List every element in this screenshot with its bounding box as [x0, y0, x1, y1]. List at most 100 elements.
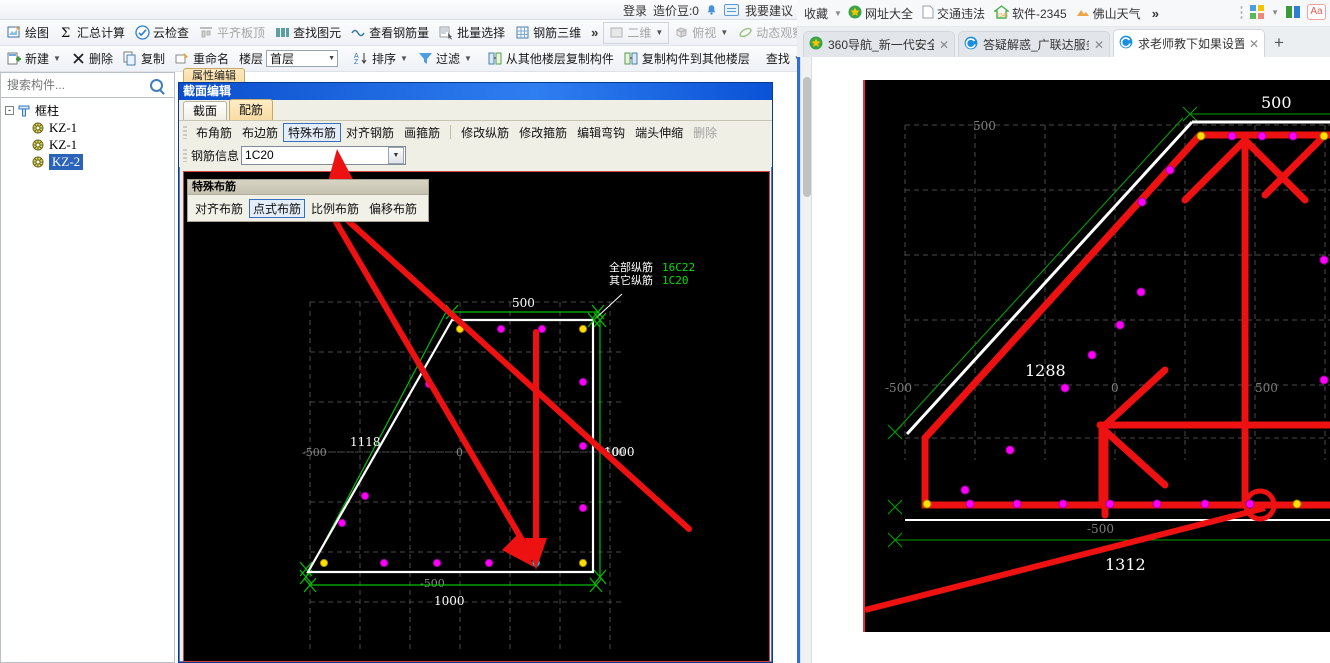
ribbon-button-delete[interactable]: 删除 — [66, 48, 118, 70]
chevron-down-icon[interactable]: ▼ — [53, 54, 61, 63]
axis-label-x-neg: -500 — [302, 446, 327, 459]
browser-tab-title-1: 答疑解惑_广联达服务新干线 — [983, 38, 1089, 52]
tool-modify-stirrup[interactable]: 修改箍筋 — [514, 123, 572, 142]
ribbon-button-sort[interactable]: AZ 排序 ▼ — [349, 48, 413, 70]
tool-edge-rebar[interactable]: 布边筋 — [237, 123, 283, 142]
login-link[interactable]: 登录 — [623, 2, 647, 19]
special-button-align[interactable]: 对齐布筋 — [191, 199, 247, 218]
ribbon-button-summary-calc[interactable]: Σ 汇总计算 — [54, 22, 130, 44]
ribbon-button-search[interactable]: 查找 ▼ — [761, 48, 797, 70]
tool-modify-longitudinal[interactable]: 修改纵筋 — [456, 123, 514, 142]
ribbon-button-2d-view[interactable]: 二维 ▼ — [603, 21, 670, 44]
suggestion-link[interactable]: 我要建议 — [745, 2, 793, 19]
post-attached-image[interactable]: 500 -500 0 500 -500 500 1288 1312 — [863, 80, 1330, 632]
tree-node-kz1-b[interactable]: KZ-1 — [1, 136, 174, 153]
floor-selector[interactable]: 楼层 首层 ▼ — [234, 48, 343, 70]
chevron-down-icon[interactable]: ▼ — [655, 28, 663, 37]
ribbon-button-rebar-3d[interactable]: 钢筋三维 — [510, 22, 586, 44]
tool-draw-stirrup[interactable]: 画箍筋 — [399, 123, 445, 142]
message-icon[interactable] — [723, 4, 739, 16]
browser-tab-0[interactable]: 360导航_新一代安全上网导航 ✕ — [803, 31, 955, 57]
section-drawing-canvas[interactable]: -500 0 500 -500 500 1118 1000 1000 全部纵筋 … — [183, 171, 770, 662]
new-tab-button[interactable]: + — [1268, 33, 1290, 57]
tool-align-rebar[interactable]: 对齐钢筋 — [341, 123, 399, 142]
bookmarks-bar: 收藏 ▼ 网址大全 交通违法 2345 软件-2345 佛山天气 » ▼ Aa — [797, 0, 1330, 27]
tree-node-root[interactable]: - 框柱 — [1, 102, 174, 119]
scrollbar-thumb[interactable] — [803, 77, 811, 197]
page-scrollbar[interactable] — [800, 57, 812, 663]
apps-grid-icon[interactable] — [1249, 4, 1265, 20]
delete-icon — [71, 51, 86, 66]
column-icon — [31, 155, 45, 169]
ribbon-button-draw[interactable]: 绘图 — [2, 22, 54, 44]
special-rebar-panel-buttons: 对齐布筋 点式布筋 比例布筋 偏移布筋 — [188, 195, 428, 221]
chevron-down-icon[interactable]: ▼ — [328, 55, 335, 62]
rebar-info-row: 钢筋信息 1C20 ▼ — [179, 143, 772, 167]
ribbon-button-cloud-check[interactable]: 云检查 — [130, 22, 194, 44]
search-icon[interactable] — [150, 78, 163, 92]
bookmark-360-nav[interactable]: 网址大全 — [845, 3, 916, 24]
tree-expander[interactable]: - — [5, 106, 14, 115]
floor-combo[interactable]: 首层 ▼ — [266, 50, 338, 67]
search-input[interactable] — [5, 77, 150, 93]
close-icon[interactable]: ✕ — [939, 38, 949, 52]
chevron-down-icon[interactable]: ▼ — [388, 146, 405, 164]
ribbon-button-batch-select[interactable]: 批量选择 — [434, 22, 510, 44]
360-icon — [848, 5, 862, 22]
bookmark-software-2345[interactable]: 2345 软件-2345 — [991, 3, 1070, 24]
bookmarks-overflow-chevron[interactable]: » — [1147, 6, 1164, 21]
component-tree-panel[interactable]: - 框柱 KZ-1 KZ-1 KZ-2 — [0, 98, 175, 663]
close-icon[interactable]: ✕ — [1094, 38, 1104, 52]
ribbon-button-rename[interactable]: 重命名 — [170, 48, 234, 70]
find-element-icon — [275, 25, 290, 40]
special-button-point[interactable]: 点式布筋 — [249, 198, 306, 218]
ribbon-button-view-rebar-qty[interactable]: 查看钢筋量 — [346, 22, 434, 44]
ribbon-row1-overflow-chevron[interactable]: » — [586, 25, 603, 40]
toolbar-grip[interactable] — [183, 148, 187, 162]
ribbon-button-copy-to-other-floor[interactable]: 复制构件到其他楼层 — [619, 48, 755, 70]
draw-icon — [7, 25, 22, 40]
bookmark-traffic[interactable]: 交通违法 — [919, 3, 988, 24]
tree-node-kz1-a[interactable]: KZ-1 — [1, 119, 174, 136]
special-button-offset[interactable]: 偏移布筋 — [365, 199, 421, 218]
browser-tab-1[interactable]: 答疑解惑_广联达服务新干线 ✕ — [958, 31, 1110, 57]
toolbar-grip[interactable] — [183, 125, 187, 139]
rebar-info-value: 1C20 — [245, 148, 274, 162]
browser-tab-2[interactable]: 求老师教下如果设置异形柱 ✕ — [1113, 29, 1265, 57]
ribbon-button-find-element[interactable]: 查找图元 — [270, 22, 346, 44]
ribbon-button-top-view[interactable]: 俯视 ▼ — [669, 22, 733, 44]
special-rebar-panel[interactable]: 特殊布筋 对齐布筋 点式布筋 比例布筋 偏移布筋 — [187, 179, 429, 222]
tool-edit-hook[interactable]: 编辑弯钩 — [572, 123, 630, 142]
translate-aa-icon[interactable]: Aa — [1307, 4, 1326, 20]
special-button-ratio[interactable]: 比例布筋 — [307, 199, 363, 218]
tool-corner-rebar[interactable]: 布角筋 — [191, 123, 237, 142]
ribbon-button-copy-from-other-floor[interactable]: 从其他楼层复制构件 — [483, 48, 619, 70]
tree-node-kz2[interactable]: KZ-2 — [1, 153, 174, 170]
ribbon-button-new[interactable]: 新建 ▼ — [2, 48, 66, 70]
axis-label-x-zero: 0 — [456, 446, 463, 459]
gld-icon — [1119, 35, 1133, 52]
ribbon-label-copy-to-other-floor: 复制构件到其他楼层 — [641, 51, 750, 66]
batch-select-icon — [439, 25, 454, 40]
section-drawing-svg[interactable]: -500 0 500 -500 500 1118 1000 1000 全部纵筋 … — [184, 172, 770, 662]
drag-handle-dots[interactable] — [1240, 5, 1244, 19]
chevron-down-icon[interactable]: ▼ — [1271, 8, 1279, 17]
chevron-down-icon[interactable]: ▼ — [400, 54, 408, 63]
bell-icon[interactable] — [705, 4, 718, 17]
rebar-info-combo[interactable]: 1C20 ▼ — [241, 145, 407, 165]
bookmark-weather[interactable]: 佛山天气 — [1073, 3, 1144, 24]
book-icon[interactable] — [1285, 4, 1301, 20]
close-icon[interactable]: ✕ — [1249, 37, 1259, 51]
ribbon-button-filter[interactable]: 过滤 ▼ — [413, 48, 477, 70]
tool-end-extend[interactable]: 端头伸缩 — [630, 123, 688, 142]
component-search-bar[interactable] — [0, 72, 175, 98]
tab-section[interactable]: 截面 — [183, 101, 228, 120]
chevron-down-icon[interactable]: ▼ — [834, 9, 842, 18]
tab-rebar-layout[interactable]: 配筋 — [229, 99, 274, 120]
tool-special-rebar[interactable]: 特殊布筋 — [283, 122, 342, 142]
chevron-down-icon[interactable]: ▼ — [464, 54, 472, 63]
svg-text:2345: 2345 — [997, 13, 1008, 19]
ribbon-button-orbit[interactable]: 动态观察 — [733, 22, 797, 44]
chevron-down-icon[interactable]: ▼ — [720, 28, 728, 37]
ribbon-button-copy[interactable]: 复制 — [118, 48, 170, 70]
